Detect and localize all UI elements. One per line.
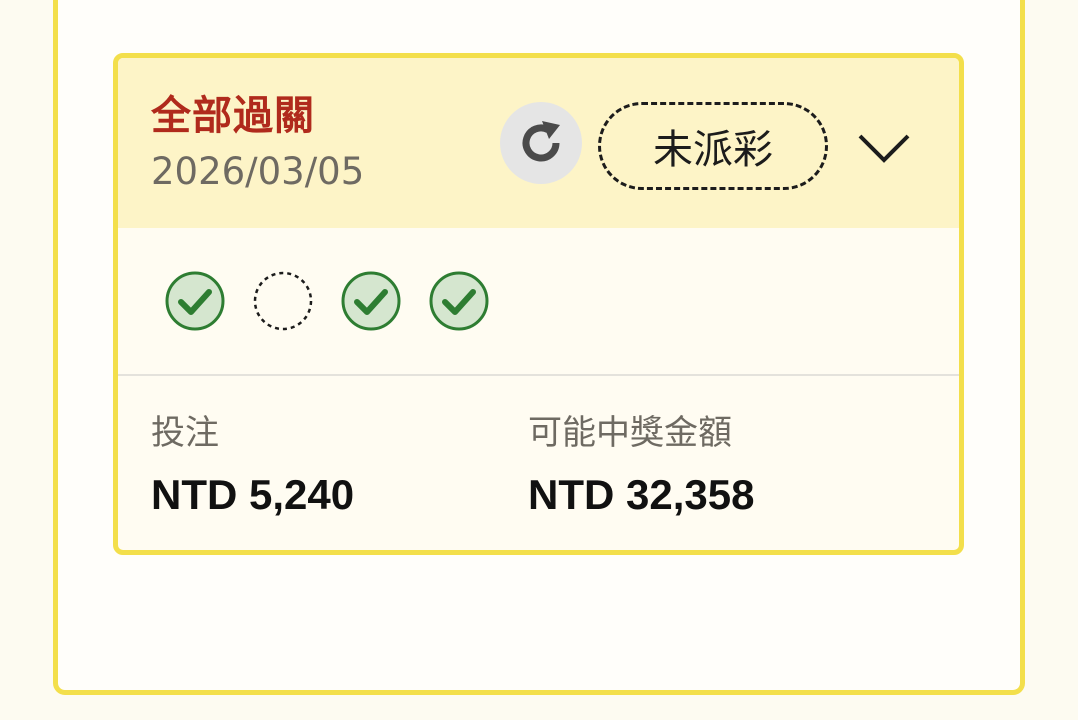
check-circle-icon xyxy=(165,271,225,331)
dashed-circle-icon xyxy=(253,271,313,331)
bet-card-header[interactable]: 全部過關 2026/03/05 未派彩 xyxy=(118,58,959,228)
leg-status-won xyxy=(164,270,226,332)
status-badge: 未派彩 xyxy=(598,102,828,190)
stake-label: 投注 xyxy=(151,413,219,453)
check-circle-icon xyxy=(429,271,489,331)
bet-type-title: 全部過關 xyxy=(151,93,315,139)
potential-payout-label: 可能中獎金額 xyxy=(528,413,732,453)
bet-card[interactable]: 全部過關 2026/03/05 未派彩 投注 NTD 5,240 可能中獎金額 … xyxy=(113,53,964,555)
expand-button[interactable] xyxy=(856,120,912,176)
refresh-icon xyxy=(522,121,560,162)
divider xyxy=(118,374,959,376)
potential-payout-value: NTD 32,358 xyxy=(528,471,755,518)
bet-date: 2026/03/05 xyxy=(151,150,365,193)
leg-status-won xyxy=(340,270,402,332)
leg-status-pending xyxy=(252,270,314,332)
leg-status-list xyxy=(164,270,490,332)
stake-value: NTD 5,240 xyxy=(151,471,355,518)
refresh-button[interactable] xyxy=(500,102,582,184)
check-circle-icon xyxy=(341,271,401,331)
chevron-down-icon xyxy=(858,134,910,163)
leg-status-won xyxy=(428,270,490,332)
